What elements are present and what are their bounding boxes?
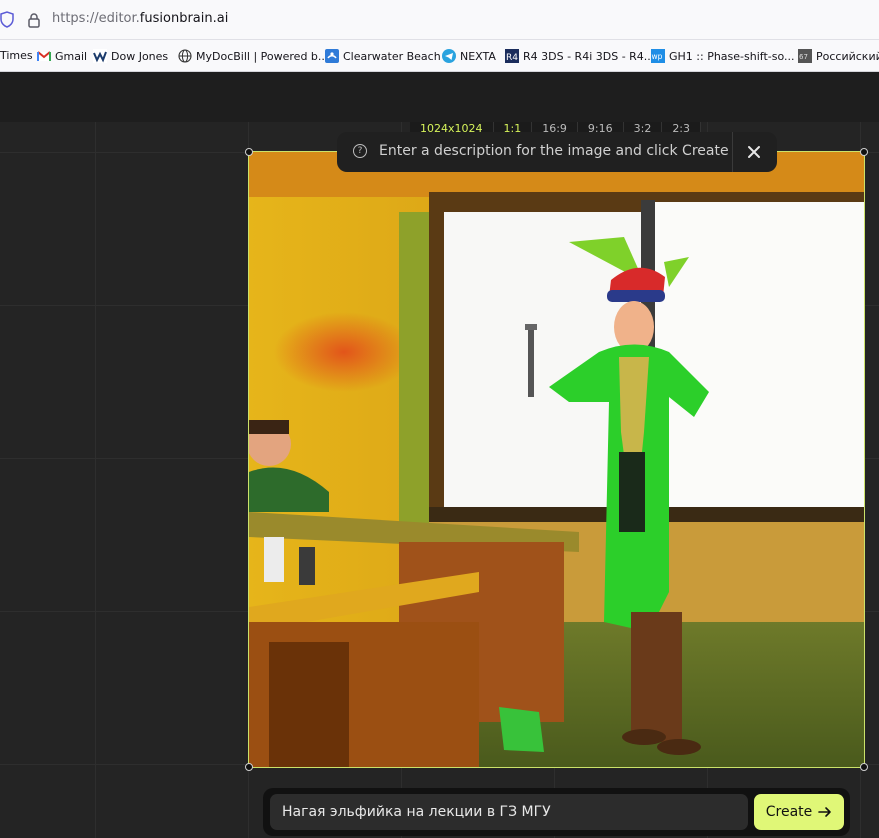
generated-image [249, 152, 864, 767]
bookmarks-toolbar: Times Gmail Dow Jones MyDocBill | Powere… [0, 40, 879, 72]
bookmark-label: NEXTA [460, 49, 496, 63]
bookmark-label: Российский д [816, 49, 879, 63]
telegram-icon [442, 49, 456, 63]
bookmark-gh1[interactable]: wp GH1 :: Phase-shift-so... [651, 49, 795, 63]
generated-image-frame[interactable] [248, 151, 865, 768]
bookmark-label: R4 3DS - R4i 3DS - R4... [523, 49, 655, 63]
resize-handle-bottom-left[interactable] [245, 763, 253, 771]
bookmark-clearwater[interactable]: Clearwater Beach [325, 49, 441, 63]
globe-icon [178, 49, 192, 63]
create-button[interactable]: Create [754, 794, 844, 830]
dow-jones-icon [93, 49, 107, 63]
gmail-icon [37, 51, 51, 61]
resize-handle-bottom-right[interactable] [860, 763, 868, 771]
svg-text:67: 67 [799, 53, 808, 61]
svg-text:R4: R4 [506, 53, 518, 63]
bookmark-gmail[interactable]: Gmail [37, 49, 87, 63]
lock-icon[interactable] [27, 12, 41, 28]
bookmark-label: Gmail [55, 49, 88, 63]
app-top-bar [0, 72, 879, 122]
create-button-label: Create [765, 804, 813, 820]
bookmark-times[interactable]: Times [0, 49, 33, 62]
resize-handle-top-right[interactable] [860, 148, 868, 156]
bookmark-russian-site[interactable]: 67 Российский д [798, 49, 879, 63]
prompt-input[interactable] [270, 794, 748, 830]
prompt-bar: Create [263, 788, 850, 836]
svg-text:wp: wp [652, 52, 663, 61]
address-bar[interactable]: https://editor.fusionbrain.ai [0, 0, 879, 40]
bookmark-label: Dow Jones [111, 49, 169, 63]
hint-toast: ? Enter a description for the image and … [337, 132, 777, 172]
clearwater-icon [325, 49, 339, 63]
bookmark-label: MyDocBill | Powered b... [196, 49, 329, 63]
shield-icon[interactable] [0, 11, 14, 28]
hint-text: Enter a description for the image and cl… [379, 143, 729, 159]
url-text[interactable]: https://editor.fusionbrain.ai [52, 11, 228, 26]
bookmark-r4[interactable]: R4 R4 3DS - R4i 3DS - R4... [505, 49, 654, 63]
help-icon: ? [353, 144, 367, 158]
wp-icon: wp [651, 49, 665, 63]
bookmark-nexta[interactable]: NEXTA [442, 49, 496, 63]
bookmark-dow-jones[interactable]: Dow Jones [93, 49, 168, 63]
bookmark-label: Times [0, 49, 33, 62]
r4-icon: R4 [505, 49, 519, 63]
bookmark-mydocbill[interactable]: MyDocBill | Powered b... [178, 49, 328, 63]
bookmark-label: Clearwater Beach [343, 49, 441, 63]
bookmark-label: GH1 :: Phase-shift-so... [669, 49, 795, 63]
arrow-right-icon [818, 807, 832, 817]
close-icon[interactable] [745, 143, 763, 161]
divider [732, 132, 733, 172]
resize-handle-top-left[interactable] [245, 148, 253, 156]
russian-site-icon: 67 [798, 49, 812, 63]
